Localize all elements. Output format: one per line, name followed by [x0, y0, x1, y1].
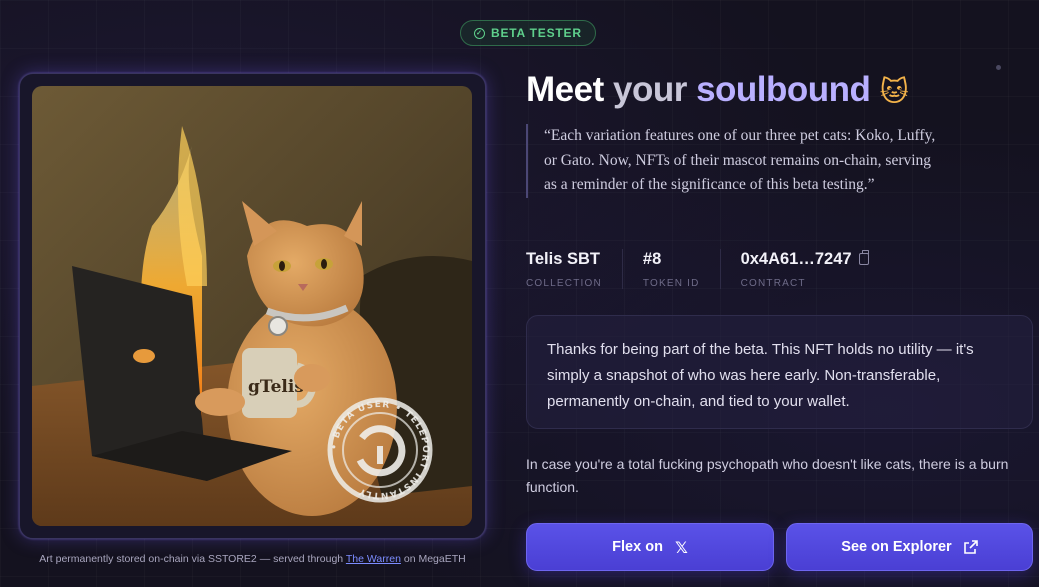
decorative-dot — [996, 65, 1001, 70]
description-quote: “Each variation features one of our thre… — [526, 124, 936, 198]
copy-icon[interactable] — [858, 250, 869, 265]
token-id-meta: #8 TOKEN ID — [643, 249, 721, 289]
external-link-icon — [963, 540, 978, 554]
check-circle-icon: ✓ — [474, 27, 485, 39]
beta-tester-badge: ✓ BETA TESTER — [460, 20, 596, 46]
info-notice: Thanks for being part of the beta. This … — [526, 315, 1033, 429]
contract-meta: 0x4A61…7247 CONTRACT — [741, 249, 889, 289]
nft-artwork: gTelis • BETA USER • TELEPORT INSTANTLY — [32, 86, 472, 526]
token-metadata: Telis SBT COLLECTION #8 TOKEN ID 0x4A61…… — [526, 249, 909, 289]
flex-on-x-button[interactable]: Flex on 𝕏 — [526, 523, 774, 571]
cat-emoji-icon: 🐱 — [879, 75, 909, 108]
badge-label: BETA TESTER — [491, 26, 582, 40]
artwork-caption: Art permanently stored on-chain via SSTO… — [39, 553, 466, 565]
contract-address: 0x4A61…7247 — [740, 249, 852, 268]
collection-meta: Telis SBT COLLECTION — [526, 249, 623, 289]
the-warren-link[interactable]: The Warren — [346, 553, 401, 565]
see-on-explorer-button[interactable]: See on Explorer — [786, 523, 1033, 571]
x-logo-icon: 𝕏 — [674, 537, 688, 557]
page-title: Meet your soulbound 🐱 — [526, 70, 909, 109]
burn-notice: In case you're a total fucking psychopat… — [526, 456, 1009, 495]
